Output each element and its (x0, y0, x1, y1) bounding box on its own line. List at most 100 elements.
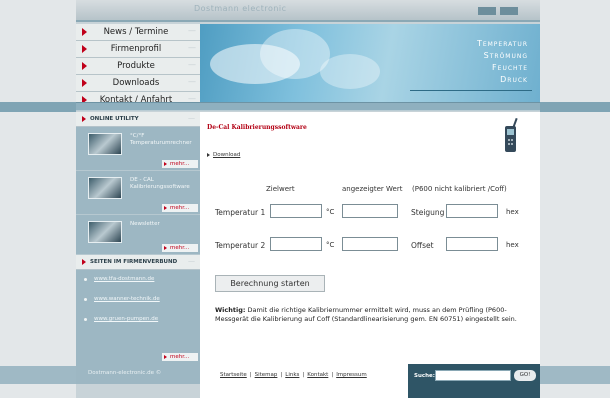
search-input[interactable] (435, 370, 511, 381)
nav-item-label: News / Termine (103, 27, 169, 37)
footer-links: Startseite | Sitemap | Links | Kontakt | Impress… (220, 372, 367, 378)
nav-item-firmenprofil[interactable]: Firmenprofil — (76, 41, 200, 58)
sidebar-header-online: ONLINE UTILITY — (76, 112, 200, 127)
nav-item-label: Produkte (117, 61, 155, 71)
banner-cloud (320, 54, 380, 89)
partner-link-row: www.wanner-technik.de (76, 290, 200, 310)
nav-item-label: Downloads (112, 78, 160, 88)
divider-bar (76, 102, 540, 111)
language-flag-icon[interactable] (500, 7, 518, 15)
search-label: Suche: (414, 373, 435, 379)
note-text: Damit die richtige Kalibriernummer ermit… (215, 306, 517, 323)
thermometer-device-icon (505, 118, 518, 152)
arrow-right-icon (82, 62, 87, 70)
arrow-right-icon (82, 28, 87, 36)
sidebar-item-decal[interactable]: DE - CAL Kalibrierungssoftware mehr... (76, 171, 200, 215)
unit-celsius: °C (326, 208, 335, 216)
site-logo[interactable]: Dostmann electronic (194, 4, 287, 13)
row-label-temperatur-2: Temperatur 2 (215, 241, 266, 250)
nav-item-produkte[interactable]: Produkte — (76, 58, 200, 75)
more-link[interactable]: mehr... (162, 160, 198, 168)
language-flag-icon[interactable] (478, 7, 496, 15)
offset-label: Offset (411, 241, 434, 250)
sidebar-item-newsletter[interactable]: Newsletter mehr... (76, 215, 200, 255)
logo-strip: Dostmann electronic (76, 0, 540, 22)
sidebar-item-label: Newsletter (130, 221, 160, 227)
partner-link[interactable]: www.gruen-pumpen.de (94, 316, 158, 322)
nav-item-downloads[interactable]: Downloads — (76, 75, 200, 92)
footer-link-sitemap[interactable]: Sitemap (255, 372, 278, 378)
search-go-button[interactable]: GO! (514, 370, 536, 381)
page-background-left (0, 0, 76, 398)
steigung-input[interactable] (446, 204, 498, 218)
partner-link[interactable]: www.wanner-technik.de (94, 296, 160, 302)
banner-line: Feuchte (492, 63, 528, 72)
nav-item-news[interactable]: News / Termine — (76, 24, 200, 41)
footer-copyright-area: Dostmann-electronic.de © (76, 364, 200, 384)
chevron-right-icon: — (188, 26, 196, 35)
footer-link-impressum[interactable]: Impressum (336, 372, 367, 378)
unit-hex: hex (506, 208, 519, 216)
chevron-right-icon: — (188, 114, 195, 122)
page-container: Dostmann electronic News / Termine — Fir… (76, 0, 540, 398)
footer-link-startseite[interactable]: Startseite (220, 372, 247, 378)
temperatur-2-angezeigt-input[interactable] (342, 237, 398, 251)
sidebar-header-label: SEITEN IM FIRMENVERBUND (90, 259, 178, 265)
sidebar-header-partner: SEITEN IM FIRMENVERBUND — (76, 255, 200, 270)
unit-celsius: °C (326, 241, 335, 249)
temperatur-2-zielwert-input[interactable] (270, 237, 322, 251)
row-label-temperatur-1: Temperatur 1 (215, 208, 266, 217)
banner-line: Strömung (483, 51, 528, 60)
chevron-right-icon: — (188, 60, 196, 69)
banner-line: Druck (500, 75, 528, 84)
chevron-right-icon: — (188, 257, 195, 265)
thumbnail-image (88, 177, 122, 199)
main-content: De-Cal Kalibrierungssoftware Download Zi… (200, 112, 540, 364)
arrow-right-icon (207, 153, 210, 157)
chevron-right-icon: — (188, 43, 196, 52)
bullet-icon (84, 278, 87, 281)
banner-line: Temperatur (476, 39, 528, 48)
footer-separator: | (280, 372, 283, 378)
sidebar-header-label: ONLINE UTILITY (90, 116, 139, 122)
bullet-icon (84, 318, 87, 321)
page-background-right (540, 0, 610, 398)
column-header-note: (P600 nicht kalibriert /Coff) (412, 185, 507, 193)
footer-separator: | (331, 372, 334, 378)
sidebar-item-temperaturumrechner[interactable]: °C/°F Temperaturumrechner mehr... (76, 127, 200, 171)
search-box: Suche: GO! (408, 364, 540, 398)
download-link[interactable]: Download (213, 152, 240, 158)
banner-underline (410, 90, 532, 91)
footer-separator: | (302, 372, 305, 378)
temperatur-1-zielwert-input[interactable] (270, 204, 322, 218)
top-navigation: News / Termine — Firmenprofil — Produkte… (76, 24, 200, 109)
offset-input[interactable] (446, 237, 498, 251)
partner-link[interactable]: www.tfa-dostmann.de (94, 276, 154, 282)
note-label: Wichtig: (215, 306, 246, 314)
sidebar: ONLINE UTILITY — °C/°F Temperaturumrechn… (76, 112, 200, 364)
more-link[interactable]: mehr... (162, 204, 198, 212)
page-title: De-Cal Kalibrierungssoftware (207, 124, 307, 131)
column-header-angezeigt: angezeigter Wert (342, 185, 403, 193)
footer-separator: | (249, 372, 252, 378)
thumbnail-image (88, 221, 122, 243)
copyright-text: Dostmann-electronic.de © (88, 370, 162, 376)
temperatur-1-angezeigt-input[interactable] (342, 204, 398, 218)
sidebar-item-label: °C/°F Temperaturumrechner (130, 133, 192, 146)
footer-links-area: Startseite | Sitemap | Links | Kontakt | Impress… (200, 364, 408, 398)
header-banner: Temperatur Strömung Feuchte Druck (200, 24, 540, 102)
calculate-button[interactable]: Berechnung starten (215, 275, 325, 292)
footer-link-kontakt[interactable]: Kontakt (307, 372, 328, 378)
footer-link-links[interactable]: Links (285, 372, 299, 378)
arrow-right-icon (82, 79, 87, 87)
important-note: Wichtig: Damit die richtige Kalibriernum… (215, 306, 533, 324)
sidebar-item-label: DE - CAL Kalibrierungssoftware (130, 177, 190, 190)
more-link[interactable]: mehr... (162, 244, 198, 252)
nav-item-label: Firmenprofil (110, 44, 162, 54)
column-header-zielwert: Zielwert (266, 185, 295, 193)
arrow-right-icon (82, 45, 87, 53)
more-link[interactable]: mehr... (162, 353, 198, 361)
chevron-right-icon: — (188, 77, 196, 86)
partner-link-row: www.tfa-dostmann.de (76, 270, 200, 290)
partner-link-row: www.gruen-pumpen.de (76, 310, 200, 330)
